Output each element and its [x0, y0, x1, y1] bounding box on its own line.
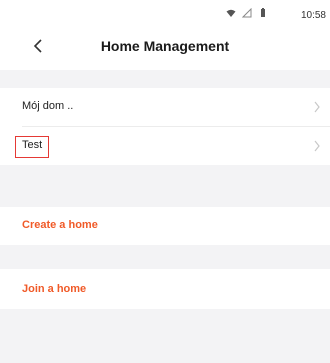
status-bar: 10:58	[0, 0, 330, 24]
join-home-label: Join a home	[22, 283, 87, 295]
join-home-button[interactable]: Join a home	[0, 269, 330, 309]
page-title: Home Management	[100, 38, 230, 54]
status-icons	[226, 8, 268, 18]
section-gap	[0, 245, 330, 269]
status-time: 10:58	[300, 10, 326, 21]
battery-icon	[261, 8, 265, 17]
highlight-box	[15, 136, 49, 158]
list-item-home-1[interactable]: Mój dom ..	[0, 88, 330, 126]
home-label: Mój dom ..	[22, 100, 74, 112]
bottom-area	[0, 309, 330, 363]
chevron-right-icon	[314, 140, 320, 152]
nav-bar: Home Management	[0, 24, 330, 70]
section-gap	[0, 70, 330, 88]
section-gap	[0, 165, 330, 207]
list-item-home-2[interactable]: Test	[0, 127, 330, 165]
create-home-label: Create a home	[22, 219, 98, 231]
create-home-button[interactable]: Create a home	[0, 207, 330, 245]
wifi-icon	[226, 9, 236, 17]
chevron-right-icon	[314, 101, 320, 113]
signal-icon	[242, 8, 252, 18]
